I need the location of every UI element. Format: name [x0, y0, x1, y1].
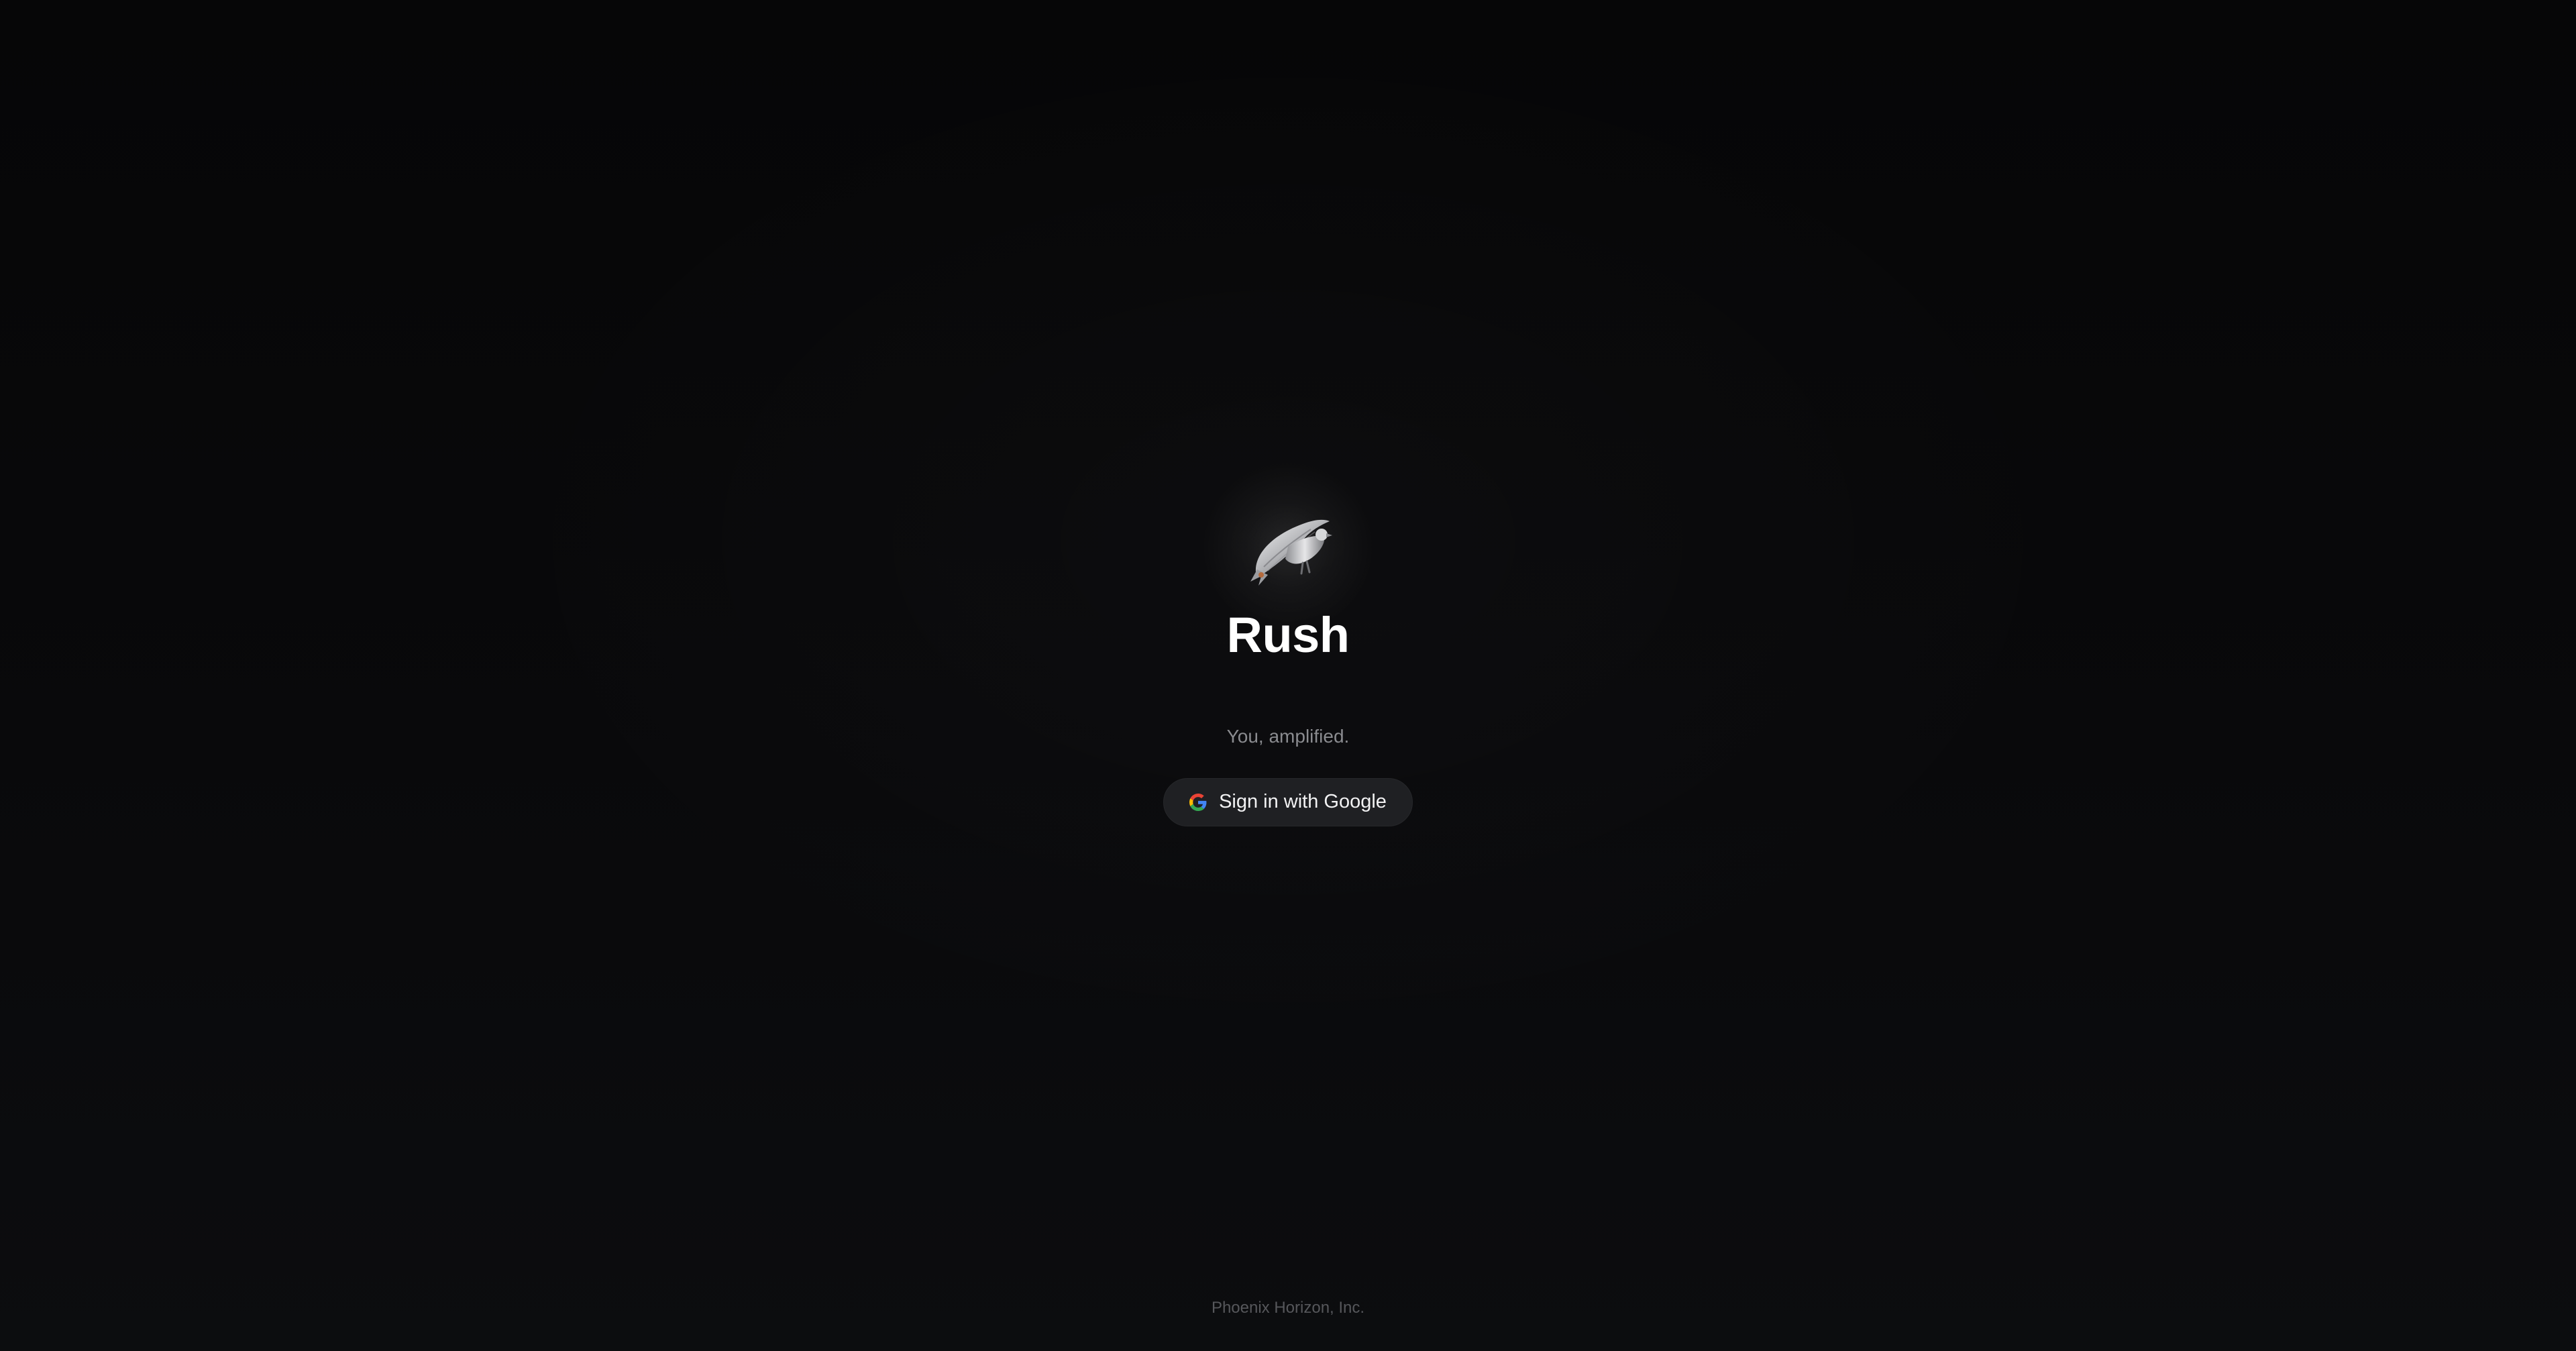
app-logo: [1201, 460, 1375, 634]
app-tagline: You, amplified.: [1226, 725, 1350, 747]
sign-in-with-google-button[interactable]: Sign in with Google: [1163, 777, 1413, 826]
google-g-icon: [1189, 793, 1207, 811]
metallic-bird-icon: [1250, 519, 1332, 586]
sign-in-panel: Rush You, amplified. Sign in with Google: [0, 460, 2576, 826]
sign-in-button-label: Sign in with Google: [1219, 791, 1387, 813]
footer-company-name: Phoenix Horizon, Inc.: [1211, 1299, 1365, 1317]
